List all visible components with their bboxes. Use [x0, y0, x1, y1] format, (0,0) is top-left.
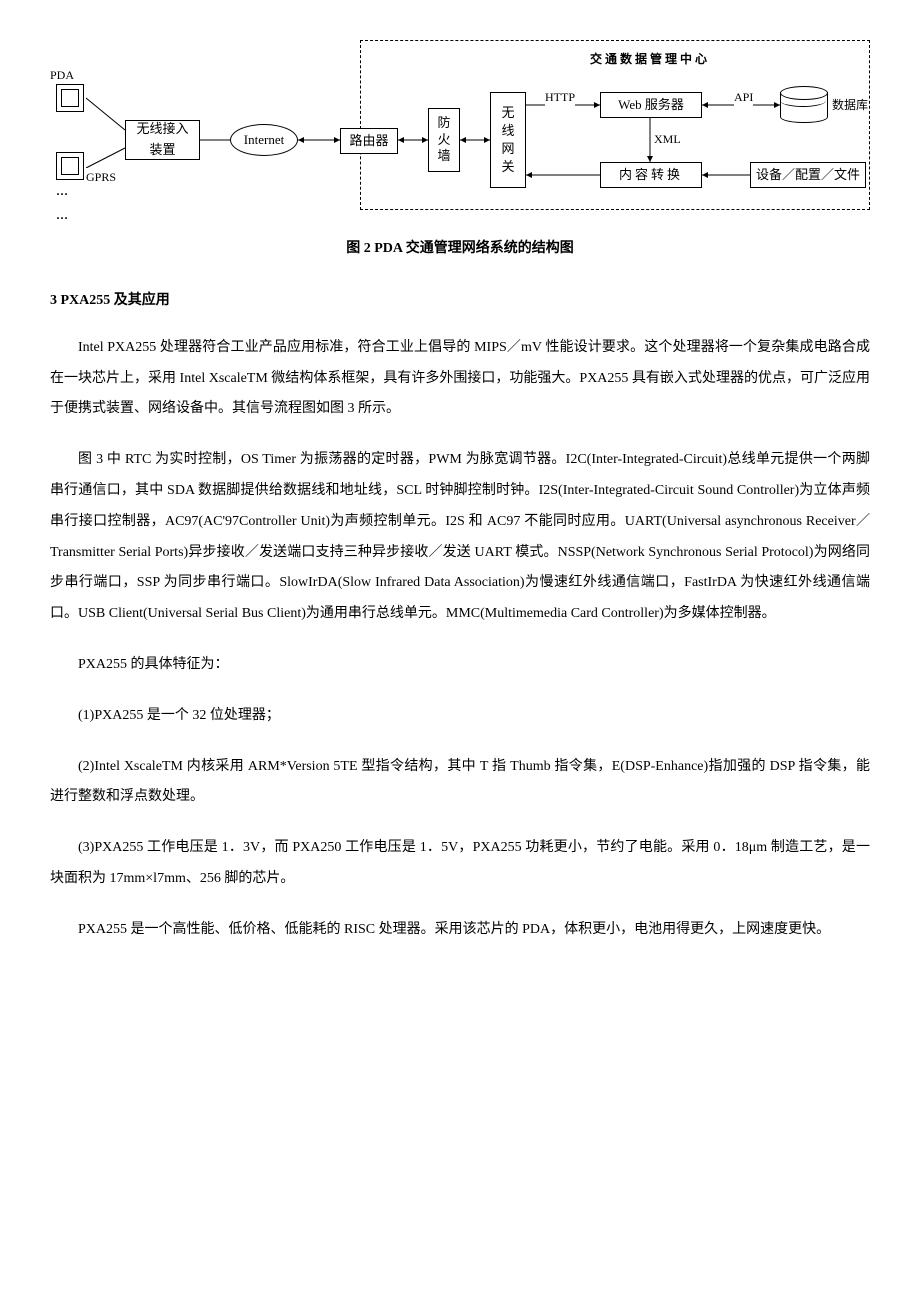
body-paragraph: 图 3 中 RTC 为实时控制，OS Timer 为振荡器的定时器，PWM 为脉…: [50, 445, 870, 630]
ellipsis-label: …: [56, 182, 70, 201]
body-paragraph: (3)PXA255 工作电压是 1．3V，而 PXA250 工作电压是 1．5V…: [50, 833, 870, 895]
pda-device-icon: [56, 84, 84, 112]
diagram-figure: PDA … GPRS … 无线接入 装置 Internet 路由器 防 火 墙 …: [50, 40, 870, 260]
section-heading: 3 PXA255 及其应用: [50, 290, 870, 312]
gprs-label: GPRS: [86, 168, 116, 187]
figure-caption: 图 2 PDA 交通管理网络系统的结构图: [50, 238, 870, 260]
xml-label: XML: [654, 130, 681, 149]
firewall-box: 防 火 墙: [428, 108, 460, 172]
data-center-title: 交通数据管理中心: [590, 50, 710, 69]
pda-device-icon: [56, 152, 84, 180]
body-paragraph: (2)Intel XscaleTM 内核采用 ARM*Version 5TE 型…: [50, 752, 870, 814]
network-diagram: PDA … GPRS … 无线接入 装置 Internet 路由器 防 火 墙 …: [50, 40, 870, 230]
database-label: 数据库: [832, 96, 868, 115]
device-config-box: 设备／配置／文件: [750, 162, 866, 188]
body-paragraph: (1)PXA255 是一个 32 位处理器；: [50, 701, 870, 732]
pda-label: PDA: [50, 66, 74, 85]
body-paragraph: PXA255 是一个高性能、低价格、低能耗的 RISC 处理器。采用该芯片的 P…: [50, 915, 870, 946]
web-server-box: Web 服务器: [600, 92, 702, 118]
wireless-access-box: 无线接入 装置: [125, 120, 200, 160]
http-label: HTTP: [545, 88, 575, 107]
router-box: 路由器: [340, 128, 398, 154]
body-paragraph: Intel PXA255 处理器符合工业产品应用标准，符合工业上倡导的 MIPS…: [50, 333, 870, 425]
api-label: API: [734, 88, 753, 107]
wireless-gateway-box: 无 线 网 关: [490, 92, 526, 188]
body-paragraph: PXA255 的具体特征为：: [50, 650, 870, 681]
database-icon: [780, 86, 826, 124]
ellipsis-label: …: [56, 206, 70, 225]
internet-ellipse: Internet: [230, 124, 298, 156]
content-convert-box: 内容转换: [600, 162, 702, 188]
